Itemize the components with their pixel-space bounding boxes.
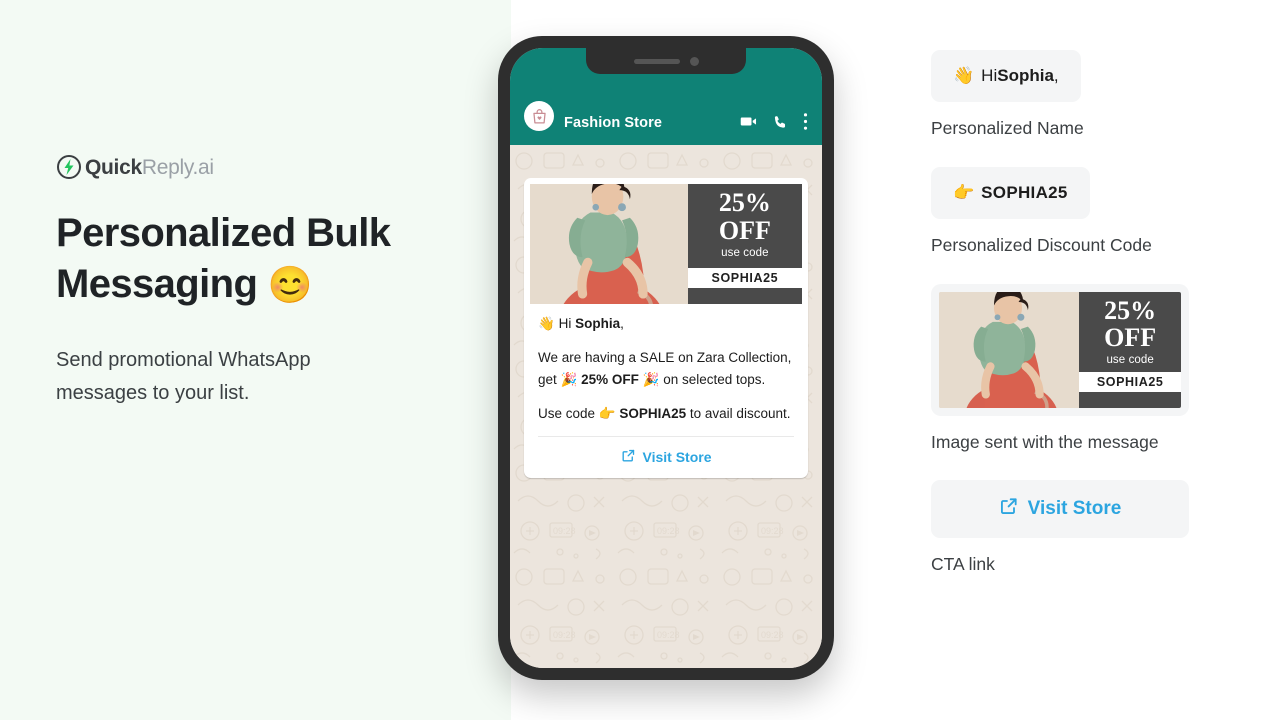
video-call-icon[interactable] xyxy=(739,112,758,131)
greeting-comma: , xyxy=(620,316,624,331)
annotation-discount-code: 👉 SOPHIA25 Personalized Discount Code xyxy=(931,166,1231,257)
visit-store-label: Visit Store xyxy=(642,449,712,466)
body-discount-bold: 25% OFF xyxy=(581,371,639,387)
annotation-label-name: Personalized Name xyxy=(931,118,1084,138)
phone-screen: Fashion Store 25% OFF use code SOPHIA25 … xyxy=(510,48,822,668)
party-popper-icon-1: 🎉 xyxy=(560,371,578,387)
discount-code-value: SOPHIA25 xyxy=(981,182,1068,202)
promo-code-value: SOPHIA25 xyxy=(687,268,802,288)
promo-discount-percent: 25% xyxy=(718,188,771,217)
pointing-finger-icon: 👉 xyxy=(953,182,975,202)
whatsapp-message-bubble: 25% OFF use code SOPHIA25 👋 Hi Sophia, W… xyxy=(524,178,808,479)
speaker-grille-icon xyxy=(633,58,680,64)
annotations-column: 👋 Hi Sophia, Personalized Name 👉 SOPHIA2… xyxy=(931,50,1231,603)
annotation-label-code: Personalized Discount Code xyxy=(931,234,1152,255)
discount-code-card: 👉 SOPHIA25 xyxy=(931,166,1090,219)
pointing-finger-icon: 👉 xyxy=(598,405,616,421)
annotation-personalized-name: 👋 Hi Sophia, Personalized Name xyxy=(931,50,1231,140)
external-link-icon xyxy=(621,448,636,466)
body-part-2: on selected tops. xyxy=(659,371,766,387)
smiling-face-icon: 😊 xyxy=(267,264,313,306)
annotation-cta: Visit Store CTA link xyxy=(931,480,1231,576)
annotation-label-image: Image sent with the message xyxy=(931,431,1159,452)
personalized-name-card: 👋 Hi Sophia, xyxy=(931,50,1081,102)
more-options-icon[interactable] xyxy=(803,112,808,131)
card-prefix: Hi xyxy=(981,66,998,85)
waving-hand-icon: 👋 xyxy=(538,316,555,331)
external-link-icon xyxy=(999,496,1019,522)
headline-line-2: Messaging xyxy=(56,262,258,307)
contact-name: Fashion Store xyxy=(564,115,662,131)
promo-image: 25% OFF use code SOPHIA25 xyxy=(530,184,802,304)
body2-part-1: Use code xyxy=(538,405,599,421)
message-text: 👋 Hi Sophia, We are having a SALE on Zar… xyxy=(530,304,802,424)
phone-notch xyxy=(586,48,746,74)
avatar xyxy=(524,101,554,131)
brand-logo[interactable]: QuickReply.ai xyxy=(56,152,456,182)
greeting-prefix: Hi xyxy=(558,316,576,331)
promo-model-photo xyxy=(939,291,1080,408)
promo-code-value: SOPHIA25 xyxy=(1079,371,1181,392)
logo-light-text: Reply.ai xyxy=(141,155,214,179)
card-name-value: Sophia xyxy=(997,66,1054,85)
annotation-image: 25% OFF use code SOPHIA25 Image sent wit… xyxy=(931,283,1231,454)
waving-hand-icon: 👋 xyxy=(953,66,975,85)
promo-use-code-label: use code xyxy=(1106,354,1154,367)
promo-discount-percent: 25% xyxy=(1104,295,1157,325)
hero-subtitle: Send promotional WhatsApp messages to yo… xyxy=(56,349,311,405)
message-greeting: 👋 Hi Sophia, xyxy=(538,313,794,335)
visit-store-button[interactable]: Visit Store xyxy=(530,437,802,478)
promo-image-preview: 25% OFF use code SOPHIA25 xyxy=(939,291,1181,408)
party-popper-icon-2: 🎉 xyxy=(642,371,660,387)
cta-link-card[interactable]: Visit Store xyxy=(931,480,1189,539)
phone-mockup: Fashion Store 25% OFF use code SOPHIA25 … xyxy=(498,36,834,680)
promo-model-photo xyxy=(530,184,688,304)
promo-use-code-label: use code xyxy=(721,246,769,259)
promo-image-card: 25% OFF use code SOPHIA25 xyxy=(931,283,1189,416)
body2-code: SOPHIA25 xyxy=(619,405,687,421)
promo-discount-panel: 25% OFF use code SOPHIA25 xyxy=(687,184,802,304)
promo-discount-panel: 25% OFF use code SOPHIA25 xyxy=(1079,291,1181,408)
cta-link-label: Visit Store xyxy=(1027,498,1122,520)
hero-content: QuickReply.ai Personalized Bulk Messagin… xyxy=(56,152,456,410)
page-title: Personalized Bulk Messaging 😊 xyxy=(56,208,426,310)
greeting-name: Sophia xyxy=(575,316,621,331)
body2-part-2: to avail discount. xyxy=(686,405,791,421)
headline-line-1: Personalized Bulk xyxy=(56,211,391,255)
voice-call-icon[interactable] xyxy=(772,114,789,131)
message-body-1: We are having a SALE on Zara Collection,… xyxy=(538,347,794,391)
promo-off-label: OFF xyxy=(1104,323,1157,353)
lightning-bolt-circle-icon xyxy=(56,154,82,180)
logo-bold-text: Quick xyxy=(85,155,142,179)
whatsapp-chat-background: 09:28 xyxy=(510,145,822,668)
brand-logo-text: QuickReply.ai xyxy=(85,157,214,178)
message-body-2: Use code 👉 SOPHIA25 to avail discount. xyxy=(538,403,794,425)
card-suffix: , xyxy=(1053,66,1059,85)
promo-off-label: OFF xyxy=(718,215,771,245)
annotation-label-cta: CTA link xyxy=(931,554,995,575)
front-camera-icon xyxy=(689,56,699,66)
shopping-bag-heart-icon xyxy=(532,108,546,123)
